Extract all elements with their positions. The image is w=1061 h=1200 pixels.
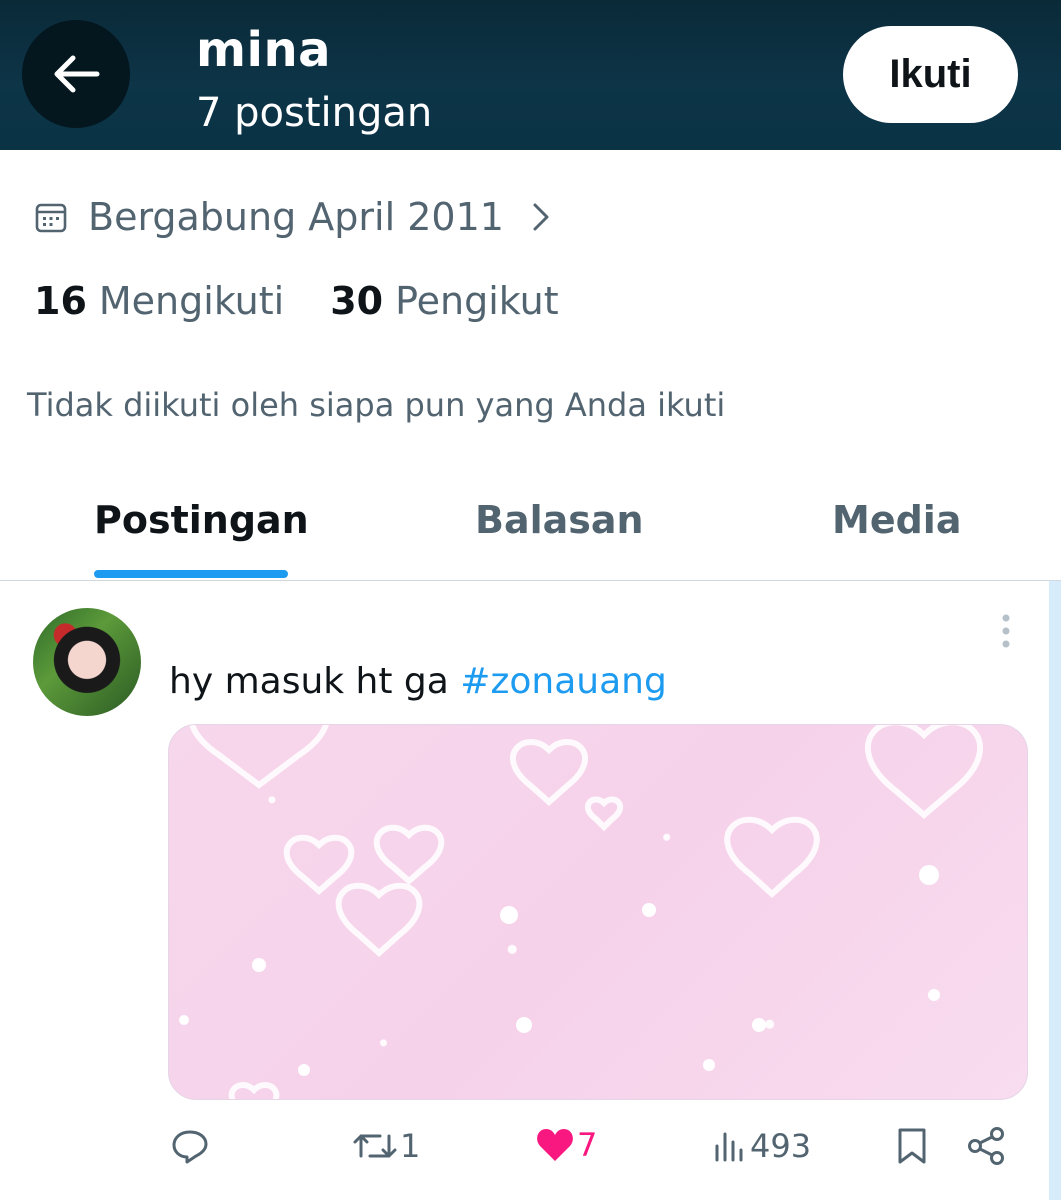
repost-icon (353, 1134, 397, 1158)
followers-label: Pengikut (395, 279, 559, 323)
following-count: 16 (34, 279, 87, 323)
profile-tabs: Postingan Balasan Media (0, 470, 1061, 580)
bookmark-icon (898, 1128, 926, 1164)
reply-icon (172, 1130, 208, 1164)
repost-count: 1 (400, 1127, 421, 1165)
share-button[interactable] (966, 1126, 1008, 1166)
profile-header: mina 7 postingan Ikuti (0, 0, 1061, 150)
post-count: 7 postingan (196, 90, 433, 136)
heart-filled-icon (537, 1129, 573, 1161)
joined-date-row[interactable]: Bergabung April 2011 (34, 192, 552, 242)
chevron-right-icon (533, 203, 549, 231)
hashtag-link[interactable]: #zonauang (460, 661, 667, 702)
tab-posts[interactable]: Postingan (94, 498, 309, 542)
avatar[interactable] (33, 608, 141, 716)
scrollbar-track (1049, 581, 1061, 1200)
share-icon (968, 1127, 1004, 1165)
tab-replies[interactable]: Balasan (475, 498, 644, 542)
post-image[interactable] (168, 724, 1028, 1100)
followers-link[interactable]: 30 Pengikut (330, 279, 558, 323)
reply-button[interactable] (170, 1126, 212, 1166)
views-button[interactable]: 493 (712, 1126, 811, 1166)
active-tab-indicator (94, 570, 288, 578)
followers-count: 30 (330, 279, 384, 323)
post-text: hy masuk ht ga #zonauang (169, 661, 667, 702)
back-button[interactable] (22, 20, 130, 128)
post-item[interactable]: hy masuk ht ga #zonauang 1 7 493 (0, 581, 1061, 1200)
repost-button[interactable]: 1 (352, 1126, 420, 1166)
profile-name: mina (196, 22, 332, 78)
bookmark-button[interactable] (892, 1126, 932, 1166)
like-button[interactable]: 7 (535, 1126, 597, 1164)
views-count: 493 (750, 1127, 812, 1165)
arrow-left-icon (54, 55, 100, 93)
post-body: hy masuk ht ga (169, 661, 461, 702)
following-link[interactable]: 16 Mengikuti (34, 279, 284, 323)
views-chart-icon (715, 1132, 743, 1162)
post-actions: 1 7 493 (0, 1126, 1061, 1176)
following-label: Mengikuti (98, 279, 285, 323)
tab-media[interactable]: Media (832, 498, 961, 542)
like-count: 7 (577, 1126, 598, 1164)
mutual-followers-note: Tidak diikuti oleh siapa pun yang Anda i… (27, 386, 726, 424)
joined-date: Bergabung April 2011 (88, 195, 504, 239)
follow-stats: 16 Mengikuti 30 Pengikut (34, 276, 559, 326)
hearts-pattern (179, 725, 984, 1099)
more-options-icon[interactable] (996, 613, 1016, 649)
follow-button[interactable]: Ikuti (843, 26, 1018, 123)
calendar-icon (35, 203, 67, 233)
